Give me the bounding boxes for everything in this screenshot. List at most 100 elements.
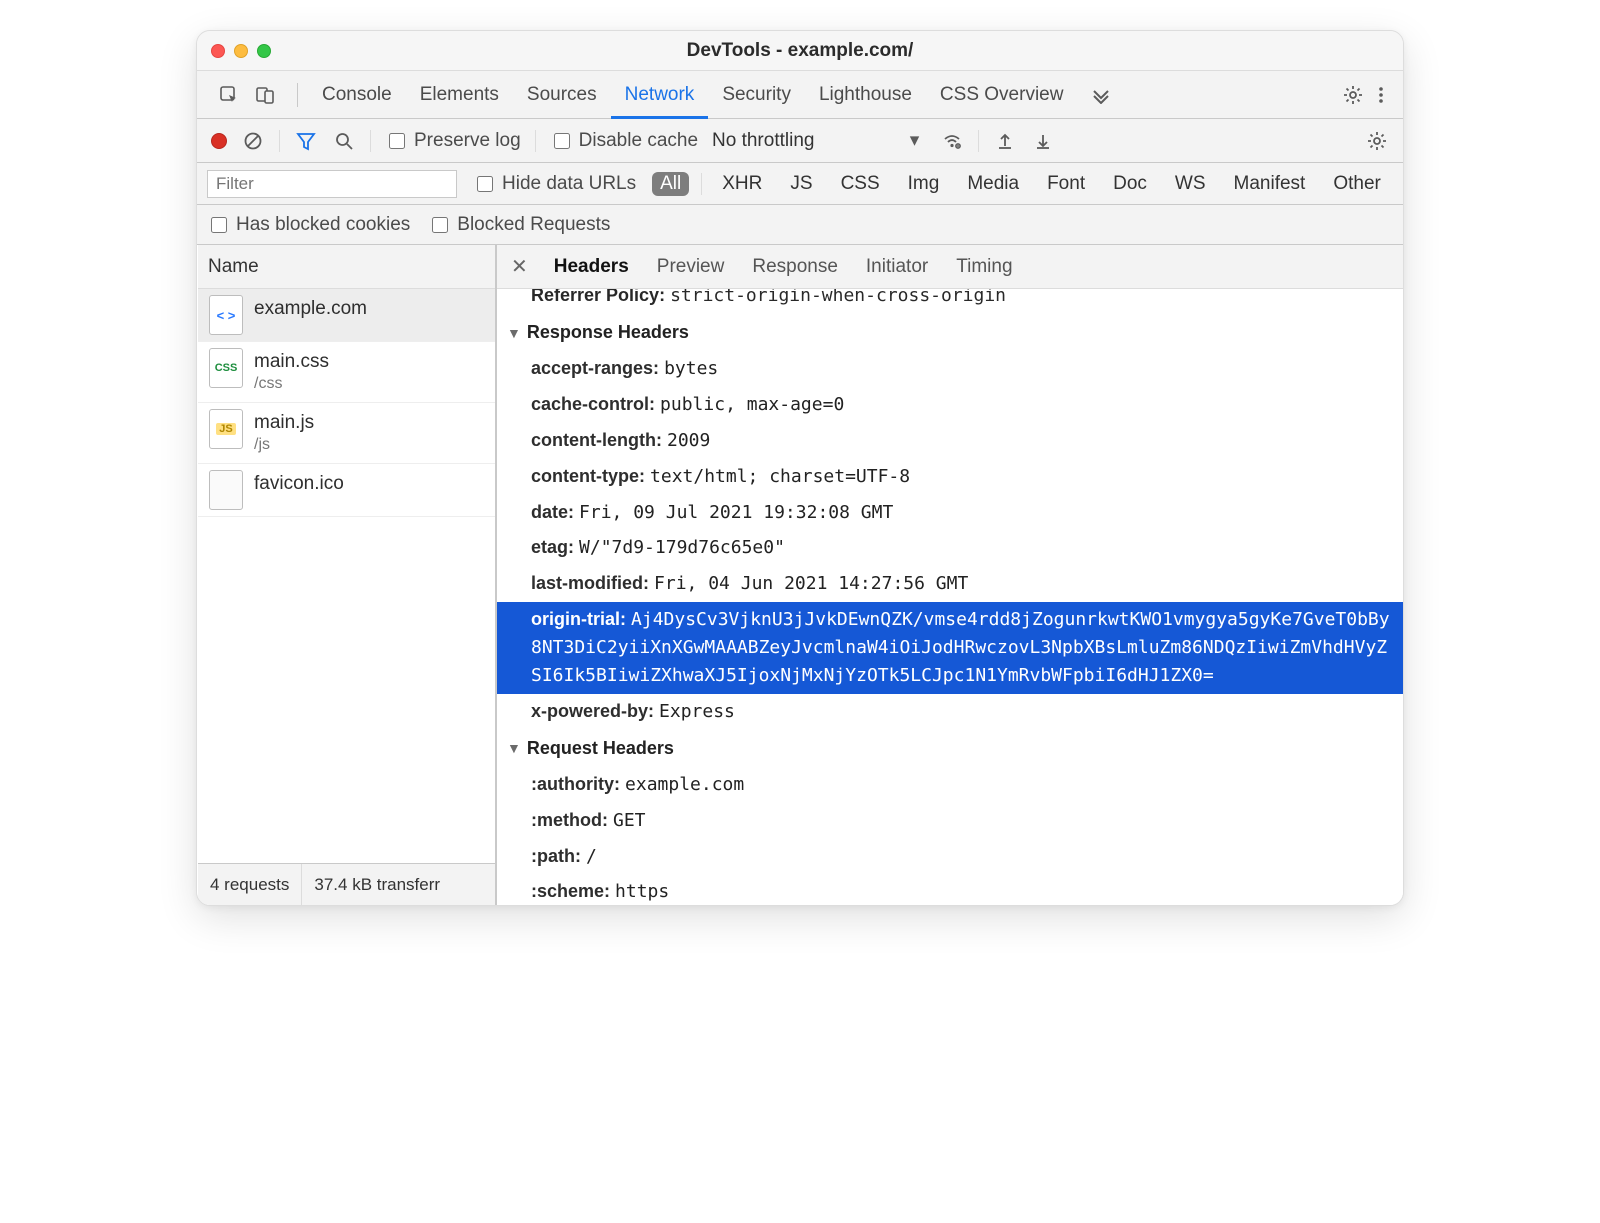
device-toolbar-icon[interactable] — [253, 83, 277, 107]
header-row[interactable]: :method: GET — [497, 803, 1403, 839]
export-har-icon[interactable] — [1031, 129, 1055, 153]
close-window-button[interactable] — [211, 44, 225, 58]
header-row[interactable]: cache-control: public, max-age=0 — [497, 387, 1403, 423]
filter-type-doc[interactable]: Doc — [1105, 172, 1155, 196]
header-key: content-length: — [531, 430, 662, 450]
request-name: example.com — [254, 297, 367, 321]
preserve-log-label: Preserve log — [414, 130, 521, 152]
throttling-caret-icon[interactable]: ▾ — [902, 129, 926, 153]
header-row-referrer-policy: Referrer Policy: strict-origin-when-cros… — [497, 289, 1403, 314]
header-row[interactable]: last-modified: Fri, 04 Jun 2021 14:27:56… — [497, 566, 1403, 602]
header-row[interactable]: origin-trial: Aj4DysCv3VjknU3jJvkDEwnQZK… — [497, 602, 1403, 694]
traffic-lights — [211, 44, 271, 58]
tab-network[interactable]: Network — [611, 71, 709, 119]
header-row[interactable]: date: Fri, 09 Jul 2021 19:32:08 GMT — [497, 495, 1403, 531]
main-tab-strip: ConsoleElementsSourcesNetworkSecurityLig… — [197, 71, 1403, 119]
header-row[interactable]: etag: W/"7d9-179d76c65e0" — [497, 530, 1403, 566]
filter-type-xhr[interactable]: XHR — [714, 172, 770, 196]
headers-body[interactable]: Referrer Policy: strict-origin-when-cros… — [497, 289, 1403, 905]
file-type-icon — [208, 297, 244, 333]
header-row[interactable]: accept-ranges: bytes — [497, 351, 1403, 387]
request-row[interactable]: main.css/css — [198, 342, 495, 403]
filter-type-all[interactable]: All — [652, 172, 689, 196]
blocked-requests-label: Blocked Requests — [457, 214, 610, 236]
detail-panel: ✕ HeadersPreviewResponseInitiatorTiming … — [497, 245, 1403, 905]
detail-tab-headers[interactable]: Headers — [554, 256, 629, 278]
header-key: etag: — [531, 537, 574, 557]
has-blocked-cookies-checkbox[interactable]: Has blocked cookies — [207, 214, 410, 236]
header-row[interactable]: :scheme: https — [497, 874, 1403, 905]
network-settings-gear-icon[interactable] — [1365, 129, 1389, 153]
disclosure-triangle-icon: ▼ — [507, 740, 521, 756]
header-key: :path: — [531, 846, 581, 866]
header-value: Fri, 04 Jun 2021 14:27:56 GMT — [654, 573, 968, 594]
filter-type-css[interactable]: CSS — [833, 172, 888, 196]
request-row[interactable]: favicon.ico — [198, 464, 495, 517]
minimize-window-button[interactable] — [234, 44, 248, 58]
request-path: /js — [254, 435, 314, 455]
kebab-menu-icon[interactable] — [1369, 83, 1393, 107]
tab-lighthouse[interactable]: Lighthouse — [805, 71, 926, 119]
filter-type-media[interactable]: Media — [959, 172, 1027, 196]
request-name: main.js — [254, 411, 314, 435]
detail-tab-strip: ✕ Headers Preview Response Initiator Timing — [497, 245, 1403, 289]
filter-type-manifest[interactable]: Manifest — [1226, 172, 1314, 196]
request-row[interactable]: main.js/js — [198, 403, 495, 464]
blocked-requests-checkbox[interactable]: Blocked Requests — [428, 214, 610, 236]
detail-tab-initiator[interactable]: Initiator — [866, 256, 928, 278]
network-conditions-icon[interactable] — [940, 129, 964, 153]
file-type-icon — [208, 411, 244, 447]
filter-type-font[interactable]: Font — [1039, 172, 1093, 196]
tab-css-overview[interactable]: CSS Overview — [926, 71, 1078, 119]
header-key: :scheme: — [531, 881, 610, 901]
more-tabs-icon[interactable] — [1089, 83, 1113, 107]
filter-type-js[interactable]: JS — [782, 172, 820, 196]
record-button[interactable] — [211, 133, 227, 149]
header-row[interactable]: content-length: 2009 — [497, 423, 1403, 459]
clear-icon[interactable] — [241, 129, 265, 153]
throttling-select[interactable]: No throttling — [712, 130, 814, 152]
section-title: Request Headers — [527, 738, 674, 759]
filter-bar: Hide data URLs All XHR JS CSS Img Media Font Do… — [197, 163, 1403, 205]
header-value: https — [615, 881, 669, 902]
settings-gear-icon[interactable] — [1341, 83, 1365, 107]
inspect-element-icon[interactable] — [217, 83, 241, 107]
tab-elements[interactable]: Elements — [406, 71, 513, 119]
filter-input[interactable] — [207, 170, 457, 198]
header-key: x-powered-by: — [531, 701, 654, 721]
header-row[interactable]: :path: / — [497, 839, 1403, 875]
tab-console[interactable]: Console — [308, 71, 406, 119]
window-title: DevTools - example.com/ — [211, 40, 1389, 62]
header-value: Fri, 09 Jul 2021 19:32:08 GMT — [579, 502, 893, 523]
request-path: /css — [254, 374, 329, 394]
filter-toggle-icon[interactable] — [294, 129, 318, 153]
request-row[interactable]: example.com — [198, 289, 495, 342]
detail-tab-preview[interactable]: Preview — [657, 256, 725, 278]
header-key: cache-control: — [531, 394, 655, 414]
header-row[interactable]: content-type: text/html; charset=UTF-8 — [497, 459, 1403, 495]
maximize-window-button[interactable] — [257, 44, 271, 58]
search-icon[interactable] — [332, 129, 356, 153]
request-list-panel: Name example.commain.css/cssmain.js/jsfa… — [197, 245, 497, 905]
header-row[interactable]: :authority: example.com — [497, 767, 1403, 803]
request-name: main.css — [254, 350, 329, 374]
hide-data-urls-checkbox[interactable]: Hide data URLs — [473, 173, 636, 195]
close-detail-icon[interactable]: ✕ — [511, 254, 530, 279]
section-request-headers[interactable]: ▼ Request Headers — [497, 730, 1403, 767]
filter-type-img[interactable]: Img — [900, 172, 948, 196]
section-response-headers[interactable]: ▼Response Headers — [497, 314, 1403, 351]
detail-tab-timing[interactable]: Timing — [956, 256, 1012, 278]
preserve-log-checkbox[interactable]: Preserve log — [385, 130, 521, 152]
titlebar: DevTools - example.com/ — [197, 31, 1403, 71]
filter-type-other[interactable]: Other — [1325, 172, 1389, 196]
disable-cache-checkbox[interactable]: Disable cache — [550, 130, 698, 152]
request-list-header[interactable]: Name — [198, 245, 495, 289]
header-value: Aj4DysCv3VjknU3jJvkDEwnQZK/vmse4rdd8jZog… — [531, 609, 1390, 686]
filter-type-ws[interactable]: WS — [1167, 172, 1214, 196]
tab-sources[interactable]: Sources — [513, 71, 611, 119]
detail-tab-response[interactable]: Response — [752, 256, 838, 278]
tab-security[interactable]: Security — [708, 71, 805, 119]
header-row[interactable]: x-powered-by: Express — [497, 694, 1403, 730]
request-list: example.commain.css/cssmain.js/jsfavicon… — [198, 289, 495, 863]
import-har-icon[interactable] — [993, 129, 1017, 153]
